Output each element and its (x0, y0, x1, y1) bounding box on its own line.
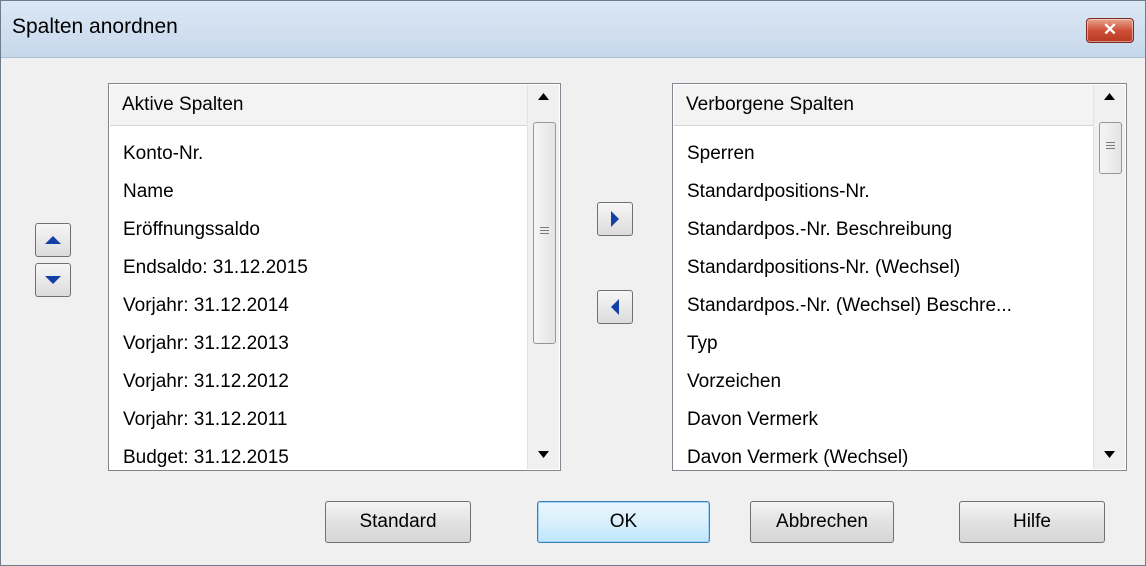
move-down-button[interactable] (35, 263, 71, 297)
triangle-down-icon (45, 276, 61, 284)
hidden-columns-list[interactable]: Verborgene Spalten Sperren Standardposit… (672, 83, 1127, 471)
scroll-grip-icon (540, 227, 549, 237)
list-item[interactable]: Standardpos.-Nr. Beschreibung (687, 217, 952, 243)
close-button[interactable]: ✕ (1086, 18, 1134, 43)
move-to-active-button[interactable] (597, 290, 633, 324)
help-button[interactable]: Hilfe (959, 501, 1105, 543)
dialog-title: Spalten anordnen (12, 15, 178, 38)
list-item[interactable]: Vorjahr: 31.12.2012 (123, 369, 289, 395)
ok-button[interactable]: OK (537, 501, 710, 543)
list-item[interactable]: Standardpositions-Nr. (687, 179, 870, 205)
active-columns-list[interactable]: Aktive Spalten Konto-Nr. Name Eröffnungs… (108, 83, 561, 471)
list-item[interactable]: Konto-Nr. (123, 141, 203, 167)
scroll-down-arrow-icon (1104, 451, 1115, 458)
dialog-window: Spalten anordnen ✕ Aktive Spalten Konto-… (0, 0, 1146, 566)
list-item[interactable]: Vorjahr: 31.12.2013 (123, 331, 289, 357)
list-item[interactable]: Name (123, 179, 174, 205)
scroll-down-button[interactable] (1094, 443, 1125, 469)
list-item[interactable]: Davon Vermerk (687, 407, 818, 433)
move-to-hidden-button[interactable] (597, 202, 633, 236)
list-item[interactable]: Sperren (687, 141, 755, 167)
list-item[interactable]: Eröffnungssaldo (123, 217, 260, 243)
triangle-up-icon (45, 236, 61, 244)
scroll-up-button[interactable] (1094, 85, 1125, 111)
scroll-thumb[interactable] (1099, 122, 1122, 174)
scroll-thumb[interactable] (533, 122, 556, 344)
list-item[interactable]: Endsaldo: 31.12.2015 (123, 255, 308, 281)
standard-button[interactable]: Standard (325, 501, 471, 543)
scroll-up-button[interactable] (528, 85, 559, 111)
list-item[interactable]: Vorzeichen (687, 369, 781, 395)
active-columns-header-label: Aktive Spalten (122, 94, 244, 115)
scroll-down-button[interactable] (528, 443, 559, 469)
triangle-right-icon (611, 211, 619, 227)
scroll-up-arrow-icon (1104, 93, 1115, 100)
hidden-columns-header: Verborgene Spalten (674, 85, 1093, 126)
list-item[interactable]: Budget: 31.12.2015 (123, 445, 289, 470)
active-columns-header: Aktive Spalten (110, 85, 527, 126)
scroll-down-arrow-icon (538, 451, 549, 458)
list-item[interactable]: Typ (687, 331, 718, 357)
triangle-left-icon (611, 299, 619, 315)
title-bar: Spalten anordnen ✕ (1, 1, 1145, 58)
scroll-up-arrow-icon (538, 93, 549, 100)
hidden-columns-scrollbar[interactable] (1093, 85, 1125, 469)
scroll-grip-icon (1106, 142, 1115, 152)
hidden-columns-header-label: Verborgene Spalten (686, 94, 854, 115)
list-item[interactable]: Vorjahr: 31.12.2011 (123, 407, 287, 433)
list-item[interactable]: Standardpositions-Nr. (Wechsel) (687, 255, 960, 281)
move-up-button[interactable] (35, 223, 71, 257)
list-item[interactable]: Vorjahr: 31.12.2014 (123, 293, 289, 319)
list-item[interactable]: Davon Vermerk (Wechsel) (687, 445, 908, 470)
list-item[interactable]: Standardpos.-Nr. (Wechsel) Beschre... (687, 293, 1012, 319)
active-columns-scrollbar[interactable] (527, 85, 559, 469)
close-icon: ✕ (1102, 20, 1118, 39)
cancel-button[interactable]: Abbrechen (750, 501, 894, 543)
